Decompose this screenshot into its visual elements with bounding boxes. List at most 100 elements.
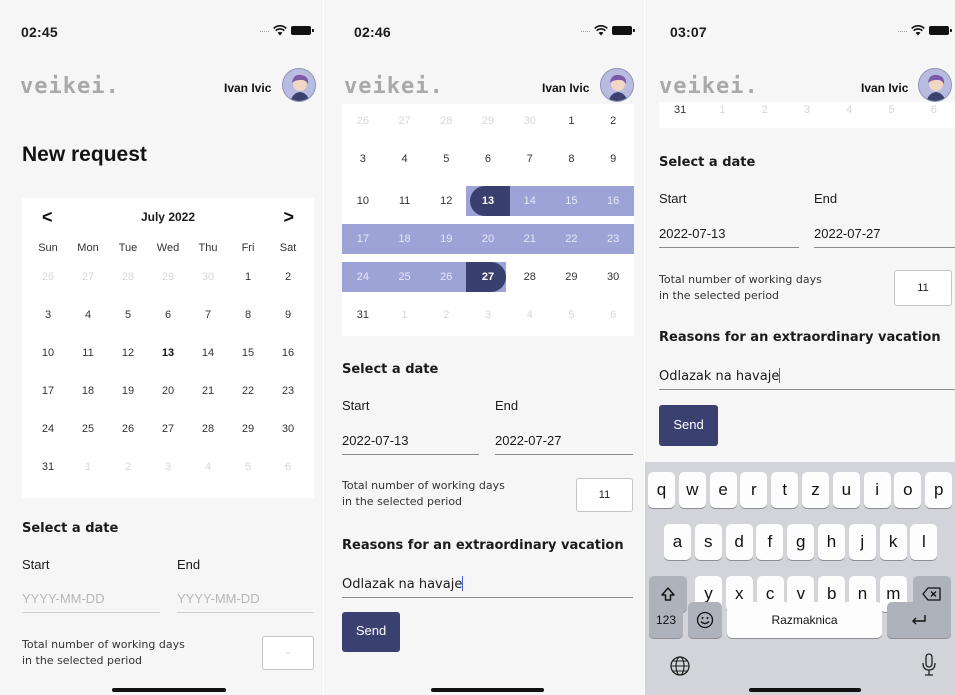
calendar-day[interactable]: 26 [425, 262, 467, 292]
start-date-input[interactable]: YYYY-MM-DD [22, 591, 160, 613]
key-l[interactable]: l [910, 524, 938, 560]
key-t[interactable]: t [771, 472, 799, 508]
calendar-day[interactable]: 27 [467, 262, 509, 292]
key-a[interactable]: a [664, 524, 691, 560]
emoji-key[interactable] [688, 602, 722, 638]
calendar-day[interactable]: 21 [188, 376, 228, 406]
calendar-day[interactable]: 2 [592, 106, 634, 136]
calendar-day[interactable]: 23 [268, 376, 308, 406]
key-j[interactable]: j [848, 524, 876, 560]
key-h[interactable]: h [818, 524, 845, 560]
key-r[interactable]: r [740, 472, 768, 508]
app-logo[interactable]: veikei. [344, 74, 444, 99]
calendar-day[interactable]: 26 [108, 414, 148, 444]
calendar-day[interactable]: 18 [384, 224, 426, 254]
end-date-input[interactable]: 2022-07-27 [814, 226, 955, 248]
reason-input[interactable]: Odlazak na havaje [659, 368, 955, 390]
user-name[interactable]: Ivan Ivic [224, 81, 271, 95]
calendar-day[interactable]: 7 [509, 144, 551, 174]
calendar-day[interactable]: 20 [467, 224, 509, 254]
calendar-day[interactable]: 20 [148, 376, 188, 406]
calendar-day[interactable]: 24 [28, 414, 68, 444]
space-key[interactable]: Razmaknica [727, 602, 882, 638]
avatar[interactable] [600, 68, 634, 102]
end-date-input[interactable]: 2022-07-27 [495, 433, 633, 455]
calendar-day[interactable]: 9 [592, 144, 634, 174]
calendar-day[interactable]: 12 [108, 338, 148, 368]
calendar-day[interactable]: 19 [425, 224, 467, 254]
calendar-day[interactable]: 24 [342, 262, 384, 292]
calendar-day[interactable]: 16 [592, 186, 634, 216]
next-month-button[interactable]: > [283, 207, 294, 228]
calendar-day[interactable]: 6 [467, 144, 509, 174]
calendar-day[interactable]: 13 [467, 186, 509, 216]
end-date-input[interactable]: YYYY-MM-DD [177, 591, 314, 613]
key-k[interactable]: k [879, 524, 907, 560]
calendar-day[interactable]: 15 [551, 186, 593, 216]
key-q[interactable]: q [648, 472, 675, 508]
key-e[interactable]: e [709, 472, 737, 508]
calendar-day[interactable]: 17 [28, 376, 68, 406]
key-z[interactable]: z [802, 472, 829, 508]
send-button[interactable]: Send [342, 612, 400, 652]
key-d[interactable]: d [725, 524, 753, 560]
calendar-day[interactable]: 19 [108, 376, 148, 406]
calendar-day[interactable]: 8 [228, 300, 268, 330]
calendar-day[interactable]: 28 [188, 414, 228, 444]
key-g[interactable]: g [787, 524, 815, 560]
calendar-day[interactable]: 3 [342, 144, 384, 174]
calendar-day[interactable]: 5 [425, 144, 467, 174]
home-indicator[interactable] [431, 688, 544, 692]
key-s[interactable]: s [694, 524, 722, 560]
calendar-day[interactable]: 22 [228, 376, 268, 406]
calendar-day[interactable]: 30 [268, 414, 308, 444]
user-name[interactable]: Ivan Ivic [542, 81, 589, 95]
calendar-day[interactable]: 2 [268, 262, 308, 292]
calendar-day[interactable]: 17 [342, 224, 384, 254]
calendar-day[interactable]: 1 [551, 106, 593, 136]
app-logo[interactable]: veikei. [20, 74, 120, 99]
calendar-day[interactable]: 9 [268, 300, 308, 330]
calendar-day[interactable]: 29 [228, 414, 268, 444]
calendar-day[interactable]: 8 [551, 144, 593, 174]
calendar-day[interactable]: 1 [228, 262, 268, 292]
home-indicator[interactable] [749, 688, 861, 692]
start-date-input[interactable]: 2022-07-13 [342, 433, 479, 455]
start-date-input[interactable]: 2022-07-13 [659, 226, 799, 248]
calendar-day[interactable]: 21 [509, 224, 551, 254]
home-indicator[interactable] [112, 688, 226, 692]
calendar-day[interactable]: 7 [188, 300, 228, 330]
calendar-day[interactable]: 31 [28, 452, 68, 482]
calendar-day[interactable]: 23 [592, 224, 634, 254]
calendar-day[interactable]: 27 [148, 414, 188, 444]
calendar-day[interactable]: 10 [28, 338, 68, 368]
microphone-icon[interactable] [921, 652, 937, 678]
avatar[interactable] [282, 68, 316, 102]
calendar-day[interactable]: 30 [592, 262, 634, 292]
calendar-day[interactable]: 22 [551, 224, 593, 254]
calendar-day[interactable]: 25 [384, 262, 426, 292]
calendar-day[interactable]: 4 [68, 300, 108, 330]
calendar-day[interactable]: 5 [108, 300, 148, 330]
calendar-day[interactable]: 29 [551, 262, 593, 292]
calendar-day[interactable]: 15 [228, 338, 268, 368]
globe-icon[interactable] [669, 655, 691, 677]
calendar-day[interactable]: 10 [342, 186, 384, 216]
calendar-day[interactable]: 31 [659, 95, 701, 125]
calendar-day[interactable]: 16 [268, 338, 308, 368]
reason-input[interactable]: Odlazak na havaje [342, 576, 633, 598]
key-o[interactable]: o [894, 472, 922, 508]
calendar-day[interactable]: 3 [28, 300, 68, 330]
key-p[interactable]: p [925, 472, 953, 508]
calendar-day[interactable]: 11 [384, 186, 426, 216]
calendar-day[interactable]: 11 [68, 338, 108, 368]
key-i[interactable]: i [863, 472, 891, 508]
key-w[interactable]: w [678, 472, 706, 508]
calendar-day[interactable]: 4 [384, 144, 426, 174]
send-button[interactable]: Send [659, 405, 718, 446]
calendar-day[interactable]: 31 [342, 300, 384, 330]
calendar-day[interactable]: 12 [425, 186, 467, 216]
calendar-day[interactable]: 25 [68, 414, 108, 444]
key-f[interactable]: f [756, 524, 784, 560]
calendar-day[interactable]: 28 [509, 262, 551, 292]
